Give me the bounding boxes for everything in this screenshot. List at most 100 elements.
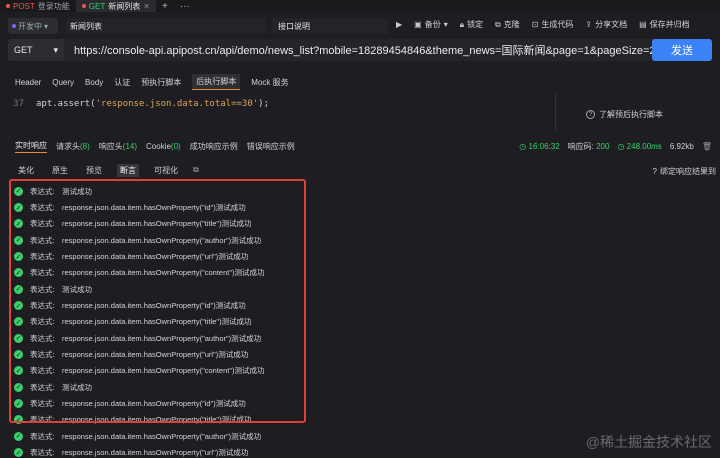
editor-divider[interactable]: [555, 92, 556, 132]
assertion-label: 表达式:: [30, 284, 55, 294]
assertion-item: ✓ 表达式: response.json.data.item.hasOwnPrope…: [14, 199, 314, 215]
lock-button[interactable]: 🔒︎ 锁定: [460, 19, 483, 30]
tab-post-script[interactable]: 后执行脚本: [192, 74, 241, 90]
env-status-icon: [12, 24, 16, 28]
assertion-text: response.json.data.item.hasOwnProperty("…: [62, 203, 246, 213]
script-help-link[interactable]: ? 了解预后执行脚本: [586, 109, 663, 120]
delete-icon[interactable]: 🗑︎: [702, 142, 712, 151]
status-value: 200: [596, 142, 610, 151]
tab-cookie[interactable]: Cookie(0): [146, 142, 181, 151]
chevron-down-icon: ▾: [44, 21, 49, 31]
request-tabs: Header Query Body 认证 预执行脚本 后执行脚本 Mock 服务: [0, 74, 720, 90]
check-circle-icon: ✓: [14, 186, 23, 196]
tab-label: 请求头: [56, 141, 80, 151]
check-circle-icon: ✓: [14, 203, 23, 213]
tab-assertions[interactable]: 断言: [117, 163, 139, 177]
assertion-text: response.json.data.item.hasOwnProperty("…: [62, 219, 252, 229]
assertion-label: 表达式:: [30, 235, 55, 245]
tab-error-example[interactable]: 错误响应示例: [247, 141, 295, 152]
tab-pre-script[interactable]: 预执行脚本: [141, 74, 181, 90]
tab-bar: POST 登录功能 GET 新闻列表 ✕ + ···: [0, 0, 720, 12]
url-input[interactable]: https://console-api.apipost.cn/api/demo/…: [64, 39, 664, 61]
check-circle-icon: ✓: [14, 382, 23, 392]
assertion-text: response.json.data.item.hasOwnProperty("…: [62, 366, 265, 376]
backup-button[interactable]: ▣ 备份 ▾: [414, 19, 448, 30]
assertion-label: 表达式:: [30, 366, 55, 376]
tab-success-example[interactable]: 成功响应示例: [190, 141, 238, 152]
tab-body[interactable]: Body: [85, 74, 103, 90]
method-label: GET: [14, 45, 33, 55]
env-label: 开发中: [18, 21, 42, 31]
unsaved-dot-icon: [6, 4, 10, 8]
more-tabs-icon[interactable]: ···: [174, 1, 196, 12]
tab-query[interactable]: Query: [52, 74, 74, 90]
bind-response-link[interactable]: ? 绑定响应结果到: [653, 166, 716, 177]
tab-realtime-response[interactable]: 实时响应: [15, 140, 47, 153]
tab-raw[interactable]: 原生: [49, 164, 71, 177]
check-circle-icon: ✓: [14, 301, 23, 311]
assertion-label: 表达式:: [30, 382, 55, 392]
assertion-label: 表达式:: [30, 252, 55, 262]
run-button[interactable]: ▶: [396, 20, 402, 29]
tab-beautify[interactable]: 美化: [15, 164, 37, 177]
assertion-item: ✓ 表达式: response.json.data.item.hasOwnPrope…: [14, 216, 314, 232]
assertion-text: response.json.data.item.hasOwnProperty("…: [62, 350, 249, 360]
lock-label: 锁定: [467, 20, 483, 29]
assertion-item: ✓ 表达式: response.json.data.item.hasOwnPrope…: [14, 232, 314, 248]
generate-code-button[interactable]: ⊡ 生成代码: [532, 19, 574, 30]
env-select[interactable]: 开发中 ▾: [8, 18, 58, 34]
assertion-text: 测试成功: [62, 284, 92, 294]
share-icon: ⇪: [585, 20, 593, 29]
assertion-text: response.json.data.item.hasOwnProperty("…: [62, 431, 262, 441]
tab-visualize[interactable]: 可视化: [151, 164, 181, 177]
assertion-text: 测试成功: [62, 382, 92, 392]
close-icon[interactable]: ✕: [143, 2, 150, 11]
duration-value: 248.00ms: [626, 142, 662, 151]
assertion-text: response.json.data.item.hasOwnProperty("…: [62, 235, 262, 245]
tab-count: (0): [170, 141, 181, 151]
tab-mock[interactable]: Mock 服务: [251, 74, 288, 90]
request-toolbar: 开发中 ▾ 新闻列表 接口说明 ▶ ▣ 备份 ▾ 🔒︎ 锁定 ⧉ 克隆 ⊡ 生成代码 ⇪ 分…: [0, 14, 720, 38]
check-circle-icon: ✓: [14, 366, 23, 376]
assertion-item: ✓ 表达式: response.json.data.item.hasOwnPrope…: [14, 346, 314, 362]
help-text: 了解预后执行脚本: [599, 110, 663, 119]
assertion-text: response.json.data.item.hasOwnProperty("…: [62, 301, 246, 311]
clone-button[interactable]: ⧉ 克隆: [495, 19, 520, 30]
add-tab-icon[interactable]: +: [156, 1, 174, 12]
assertion-item: ✓ 表达式: response.json.data.item.hasOwnPrope…: [14, 428, 314, 444]
code-prefix: apt.assert(: [36, 99, 96, 109]
tab-header[interactable]: Header: [15, 74, 41, 90]
assertion-item: ✓ 表达式: response.json.data.item.hasOwnPrope…: [14, 314, 314, 330]
assertion-label: 表达式:: [30, 448, 55, 458]
assertion-item: ✓ 表达式: 测试成功: [14, 183, 314, 199]
check-circle-icon: ✓: [14, 333, 23, 343]
tab-auth[interactable]: 认证: [114, 74, 130, 90]
copy-icon[interactable]: ⧉: [193, 165, 199, 175]
tab-response-headers[interactable]: 响应头(14): [99, 141, 137, 152]
status-code: 响应码: 200: [568, 141, 610, 152]
request-name-input[interactable]: 新闻列表: [66, 18, 266, 34]
assertion-item: ✓ 表达式: response.json.data.item.hasOwnPrope…: [14, 248, 314, 264]
tab-preview[interactable]: 预览: [83, 164, 105, 177]
share-doc-button[interactable]: ⇪ 分享文档: [585, 19, 627, 30]
assertion-label: 表达式:: [30, 317, 55, 327]
assertion-label: 表达式:: [30, 399, 55, 409]
assertion-text: response.json.data.item.hasOwnProperty("…: [62, 317, 252, 327]
save-archive-button[interactable]: ▤ 保存并归档: [639, 19, 690, 30]
assertion-text: response.json.data.item.hasOwnProperty("…: [62, 415, 252, 425]
assertion-item: ✓ 表达式: 测试成功: [14, 379, 314, 395]
interface-doc-input[interactable]: 接口说明: [272, 18, 388, 34]
assertion-label: 表达式:: [30, 203, 55, 213]
assertion-text: 测试成功: [62, 186, 92, 196]
method-select[interactable]: GET ▾: [8, 39, 64, 61]
tab-request-headers[interactable]: 请求头(8): [56, 141, 90, 152]
tab-login[interactable]: POST 登录功能: [0, 0, 76, 12]
help-icon: ?: [652, 167, 657, 176]
line-number: 37: [13, 99, 24, 109]
assertion-label: 表达式:: [30, 415, 55, 425]
tab-label: Cookie: [146, 141, 171, 151]
send-button[interactable]: 发送: [652, 39, 712, 61]
tab-news-list[interactable]: GET 新闻列表 ✕: [75, 0, 156, 12]
tab-method: GET: [88, 1, 106, 11]
save-archive-label: 保存并归档: [649, 20, 690, 29]
